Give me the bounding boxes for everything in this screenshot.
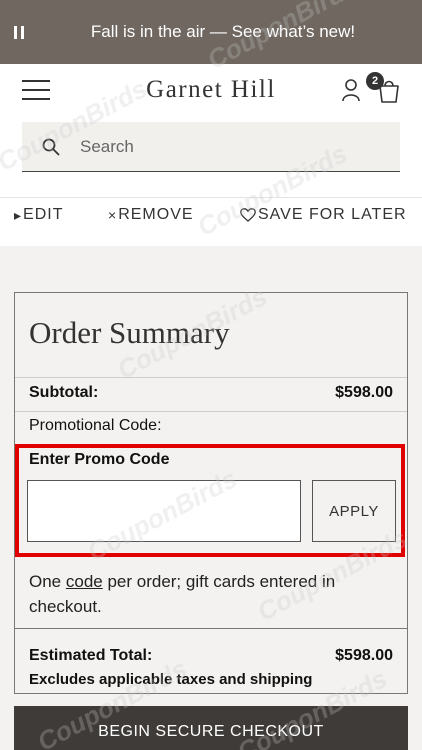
divider: [15, 377, 407, 378]
remove-label: REMOVE: [118, 206, 194, 223]
account-icon[interactable]: [340, 78, 362, 102]
search-bar[interactable]: [22, 122, 400, 172]
apply-button[interactable]: APPLY: [312, 480, 396, 542]
subtotal-label: Subtotal:: [29, 384, 99, 401]
cart-item-actions: ▸ EDIT × REMOVE SAVE FOR LATER: [0, 197, 422, 243]
begin-secure-checkout-button[interactable]: BEGIN SECURE CHECKOUT: [14, 706, 408, 750]
remove-button[interactable]: × REMOVE: [108, 206, 194, 224]
order-summary-title: Order Summary: [29, 315, 230, 350]
search-input[interactable]: [80, 134, 380, 160]
estimated-total-value: $598.00: [335, 647, 393, 664]
edit-label: EDIT: [23, 206, 64, 223]
note-text-start: One: [29, 572, 66, 591]
excludes-taxes-note: Excludes applicable taxes and shipping: [29, 671, 313, 688]
enter-promo-code-label: Enter Promo Code: [29, 451, 170, 468]
cart-count-badge[interactable]: 2: [366, 72, 384, 90]
save-for-later-button[interactable]: SAVE FOR LATER: [240, 206, 407, 224]
promotional-code-label: Promotional Code:: [29, 417, 162, 434]
close-icon: ×: [108, 207, 118, 223]
promo-banner-text[interactable]: Fall is in the air — See what’s new!: [0, 22, 422, 42]
save-for-later-label: SAVE FOR LATER: [258, 206, 407, 223]
divider: [15, 628, 407, 629]
order-summary-panel: Order Summary Subtotal: $598.00 Promotio…: [14, 292, 408, 694]
heart-icon: [240, 208, 256, 222]
site-header: Garnet Hill: [0, 64, 422, 116]
promo-code-input[interactable]: [27, 480, 301, 542]
divider: [15, 411, 407, 412]
code-link[interactable]: code: [66, 572, 103, 591]
promo-banner[interactable]: Fall is in the air — See what’s new!: [0, 0, 422, 64]
subtotal-value: $598.00: [335, 384, 393, 401]
search-icon[interactable]: [42, 138, 60, 156]
estimated-total-label: Estimated Total:: [29, 647, 153, 664]
edit-button[interactable]: ▸ EDIT: [14, 206, 63, 224]
caret-right-icon: ▸: [14, 206, 23, 223]
promo-code-note: One code per order; gift cards entered i…: [29, 569, 399, 619]
